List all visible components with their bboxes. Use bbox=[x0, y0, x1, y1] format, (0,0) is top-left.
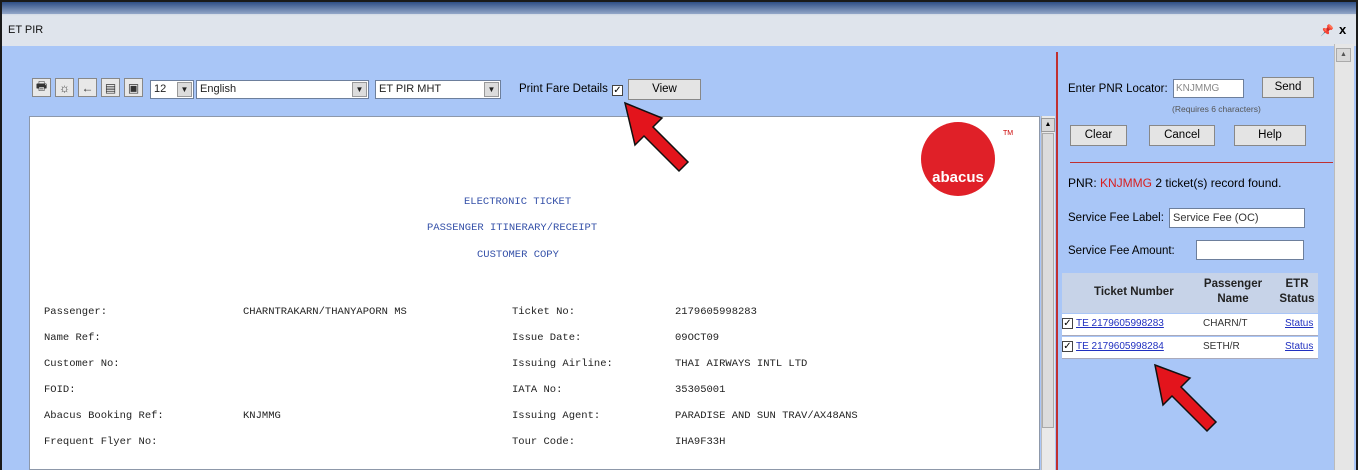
pnr-result: 2 ticket(s) record found. bbox=[1155, 176, 1282, 190]
field-label: Customer No: bbox=[44, 358, 120, 370]
panel-divider bbox=[1056, 52, 1058, 470]
print-fare-label: Print Fare Details bbox=[519, 83, 608, 95]
passenger-name-header: Passenger Name bbox=[1203, 278, 1263, 305]
annotation-arrow-icon bbox=[1154, 363, 1218, 433]
back-icon[interactable]: ← bbox=[78, 78, 97, 97]
cancel-button[interactable]: Cancel bbox=[1149, 125, 1215, 146]
service-fee-label-input[interactable]: Service Fee (OC) bbox=[1169, 208, 1305, 228]
clear-button[interactable]: Clear bbox=[1070, 125, 1127, 146]
ticket-link[interactable]: TE 2179605998283 bbox=[1076, 318, 1164, 329]
table-row: ✓ TE 2179605998283 CHARN/T Status bbox=[1062, 314, 1318, 336]
print-fare-checkbox[interactable]: ✓ bbox=[612, 85, 623, 96]
preview-icon[interactable]: ▣ bbox=[124, 78, 143, 97]
field-label: IATA No: bbox=[512, 384, 563, 396]
status-link[interactable]: Status bbox=[1285, 341, 1313, 352]
print-icon[interactable]: 🖶 bbox=[32, 78, 51, 97]
pnr-code: KNJMMG bbox=[1100, 176, 1153, 190]
table-row: ✓ TE 2179605998284 SETH/R Status bbox=[1062, 337, 1318, 359]
chevron-down-icon[interactable]: ▼ bbox=[352, 82, 367, 97]
font-size-value: 12 bbox=[154, 83, 167, 95]
send-button[interactable]: Send bbox=[1262, 77, 1314, 98]
field-value: 09OCT09 bbox=[675, 332, 720, 344]
field-value: 35305001 bbox=[675, 384, 726, 396]
chevron-down-icon[interactable]: ▼ bbox=[484, 82, 499, 97]
passenger-name: CHARN/T bbox=[1203, 318, 1248, 329]
chevron-down-icon[interactable]: ▼ bbox=[177, 82, 192, 97]
ticket-heading: ELECTRONIC TICKET bbox=[464, 196, 572, 208]
close-icon[interactable]: x bbox=[1339, 22, 1346, 37]
ticket-checkbox[interactable]: ✓ bbox=[1062, 318, 1073, 329]
field-label: FOID: bbox=[44, 384, 76, 396]
pnr-status: PNR: KNJMMG 2 ticket(s) record found. bbox=[1068, 176, 1281, 190]
view-button[interactable]: View bbox=[628, 79, 701, 100]
field-value: IHA9F33H bbox=[675, 436, 726, 448]
logo-trademark: TM bbox=[1003, 130, 1014, 137]
logo-text: abacus bbox=[932, 169, 984, 186]
template-value: ET PIR MHT bbox=[379, 83, 442, 95]
panel-separator bbox=[1070, 162, 1333, 163]
field-value: CHARNTRAKARN/THANYAPORN MS bbox=[243, 306, 407, 318]
page-icon[interactable]: ▤ bbox=[101, 78, 120, 97]
field-label: Passenger: bbox=[44, 306, 108, 318]
pin-icon[interactable]: 📌 bbox=[1320, 24, 1334, 37]
template-select[interactable]: ET PIR MHT ▼ bbox=[375, 80, 501, 99]
field-value: 2179605998283 bbox=[675, 306, 757, 318]
language-value: English bbox=[200, 83, 237, 95]
title-bar-strip bbox=[2, 2, 1356, 14]
ticket-number-header: Ticket Number bbox=[1094, 286, 1174, 298]
service-fee-amount-input[interactable] bbox=[1196, 240, 1304, 260]
field-label: Abacus Booking Ref: bbox=[44, 410, 164, 422]
field-label: Issue Date: bbox=[512, 332, 582, 344]
field-label: Issuing Airline: bbox=[512, 358, 613, 370]
field-value: PARADISE AND SUN TRAV/AX48ANS bbox=[675, 410, 858, 422]
help-button[interactable]: Help bbox=[1234, 125, 1306, 146]
window-title: ET PIR bbox=[8, 24, 44, 36]
ticket-link[interactable]: TE 2179605998284 bbox=[1076, 341, 1164, 352]
scroll-up-icon[interactable]: ▲ bbox=[1041, 118, 1055, 132]
field-label: Name Ref: bbox=[44, 332, 101, 344]
annotation-arrow-icon bbox=[623, 101, 690, 173]
ticket-subheading: PASSENGER ITINERARY/RECEIPT bbox=[427, 222, 598, 234]
requirement-note: (Requires 6 characters) bbox=[1172, 104, 1261, 114]
service-fee-amount-caption: Service Fee Amount: bbox=[1068, 245, 1175, 257]
ticket-copy-label: CUSTOMER COPY bbox=[477, 249, 559, 261]
pnr-locator-input[interactable]: KNJMMG bbox=[1173, 79, 1244, 98]
service-fee-label-caption: Service Fee Label: bbox=[1068, 212, 1164, 224]
scroll-up-icon[interactable]: ▲ bbox=[1336, 48, 1351, 62]
field-value: KNJMMG bbox=[243, 410, 281, 422]
pnr-prefix: PNR: bbox=[1068, 176, 1097, 190]
panel-scrollbar[interactable] bbox=[1334, 44, 1354, 470]
language-select[interactable]: English ▼ bbox=[196, 80, 369, 99]
ticket-table-header: Ticket Number Passenger Name ETR Status bbox=[1062, 273, 1318, 313]
pnr-locator-label: Enter PNR Locator: bbox=[1068, 83, 1168, 95]
field-label: Ticket No: bbox=[512, 306, 576, 318]
ticket-checkbox[interactable]: ✓ bbox=[1062, 341, 1073, 352]
field-label: Frequent Flyer No: bbox=[44, 436, 158, 448]
etr-status-header: ETR Status bbox=[1279, 278, 1315, 305]
settings-icon[interactable]: ☼ bbox=[55, 78, 74, 97]
status-link[interactable]: Status bbox=[1285, 318, 1313, 329]
field-value: THAI AIRWAYS INTL LTD bbox=[675, 358, 808, 370]
scroll-thumb[interactable] bbox=[1042, 133, 1054, 428]
passenger-name: SETH/R bbox=[1203, 341, 1240, 352]
field-label: Tour Code: bbox=[512, 436, 576, 448]
title-bar: ET PIR 📌 x bbox=[2, 2, 1356, 46]
font-size-select[interactable]: 12 ▼ bbox=[150, 80, 194, 99]
field-label: Issuing Agent: bbox=[512, 410, 601, 422]
